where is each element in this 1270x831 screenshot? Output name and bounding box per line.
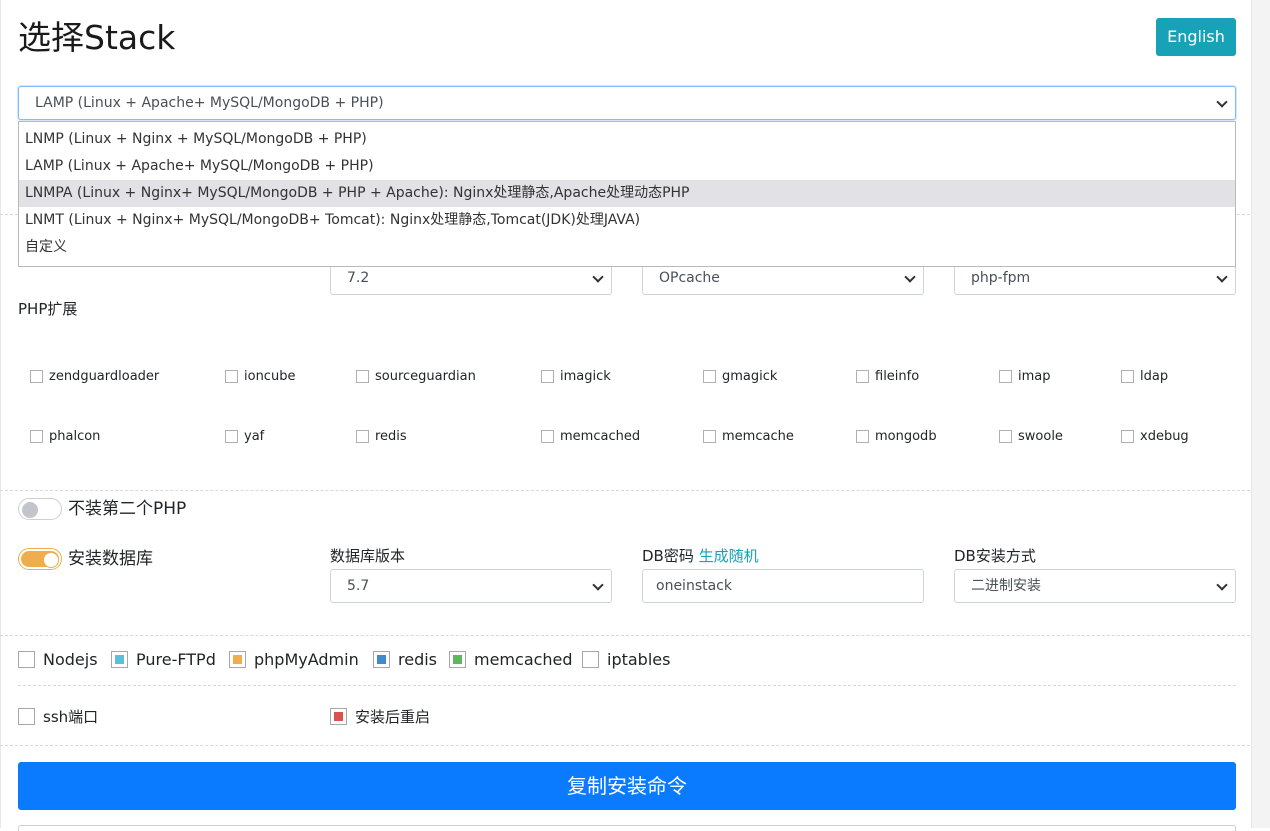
ext-checkbox-memcache[interactable]: memcache xyxy=(703,429,794,444)
checkbox-nodejs[interactable]: Nodejs xyxy=(18,650,98,669)
db-version-select[interactable]: 5.7 xyxy=(330,569,612,603)
divider xyxy=(0,490,1250,491)
ext-checkbox-mongodb[interactable]: mongodb xyxy=(856,429,937,444)
chevron-down-icon xyxy=(1216,271,1228,283)
db-install-method-select[interactable]: 二进制安装 xyxy=(954,569,1236,603)
chevron-down-icon xyxy=(1216,579,1228,591)
checkbox-phpmyadmin[interactable]: phpMyAdmin xyxy=(229,650,359,669)
ext-checkbox-fileinfo[interactable]: fileinfo xyxy=(856,369,919,384)
ext-checkbox-imap[interactable]: imap xyxy=(999,369,1051,384)
install-db-label: 安装数据库 xyxy=(68,549,153,569)
page-title: 选择Stack xyxy=(18,18,176,57)
ext-checkbox-sourceguardian[interactable]: sourceguardian xyxy=(356,369,476,384)
chevron-down-icon xyxy=(1216,96,1228,108)
stack-select[interactable]: LAMP (Linux + Apache+ MySQL/MongoDB + PH… xyxy=(18,86,1236,120)
ext-checkbox-yaf[interactable]: yaf xyxy=(225,429,264,444)
ext-checkbox-xdebug[interactable]: xdebug xyxy=(1121,429,1189,444)
checkbox-pure-ftpd[interactable]: Pure-FTPd xyxy=(111,650,216,669)
chevron-down-icon xyxy=(904,271,916,283)
toggle-knob xyxy=(43,552,59,568)
stack-option-lnmt[interactable]: LNMT (Linux + Nginx+ MySQL/MongoDB+ Tomc… xyxy=(19,207,1235,234)
second-php-label: 不装第二个PHP xyxy=(68,499,187,519)
install-db-toggle[interactable] xyxy=(18,548,62,570)
copy-install-command-button[interactable]: 复制安装命令 xyxy=(18,762,1236,810)
ext-checkbox-imagick[interactable]: imagick xyxy=(541,369,611,384)
db-version-label: 数据库版本 xyxy=(330,547,406,565)
ext-checkbox-zendguardloader[interactable]: zendguardloader xyxy=(30,369,159,384)
ext-checkbox-redis[interactable]: redis xyxy=(356,429,407,444)
scrollbar-gutter[interactable] xyxy=(1252,0,1270,828)
db-version-value: 5.7 xyxy=(347,578,370,594)
stack-option-lamp[interactable]: LAMP (Linux + Apache+ MySQL/MongoDB + PH… xyxy=(19,153,1235,180)
second-php-toggle[interactable] xyxy=(18,498,62,520)
checkbox-reboot[interactable]: 安装后重启 xyxy=(330,706,430,727)
db-install-method-value: 二进制安装 xyxy=(971,578,1041,594)
db-install-method-label: DB安装方式 xyxy=(954,547,1036,565)
command-output-box xyxy=(18,825,1236,831)
db-password-label: DB密码 xyxy=(642,547,694,565)
english-button[interactable]: English xyxy=(1156,18,1236,56)
ext-checkbox-ldap[interactable]: ldap xyxy=(1121,369,1168,384)
ext-checkbox-ioncube[interactable]: ioncube xyxy=(225,369,295,384)
checkbox-ssh-port[interactable]: ssh端口 xyxy=(18,706,98,727)
php-extensions-label: PHP扩展 xyxy=(18,300,78,318)
divider xyxy=(0,745,1250,746)
stack-dropdown-list: LNMP (Linux + Nginx + MySQL/MongoDB + PH… xyxy=(18,121,1236,267)
stack-option-lnmp[interactable]: LNMP (Linux + Nginx + MySQL/MongoDB + PH… xyxy=(19,126,1235,153)
chevron-down-icon xyxy=(592,271,604,283)
ext-checkbox-gmagick[interactable]: gmagick xyxy=(703,369,777,384)
toggle-knob xyxy=(22,502,38,518)
generate-random-link[interactable]: 生成随机 xyxy=(699,547,759,565)
ext-checkbox-swoole[interactable]: swoole xyxy=(999,429,1063,444)
checkbox-redis[interactable]: redis xyxy=(373,650,437,669)
chevron-down-icon xyxy=(592,579,604,591)
db-password-input[interactable]: oneinstack xyxy=(642,569,924,603)
ext-checkbox-phalcon[interactable]: phalcon xyxy=(30,429,100,444)
divider xyxy=(0,635,1250,636)
db-password-label-row: DB密码 生成随机 xyxy=(642,546,759,566)
ext-checkbox-memcached[interactable]: memcached xyxy=(541,429,640,444)
divider xyxy=(18,685,1236,686)
checkbox-iptables[interactable]: iptables xyxy=(582,650,670,669)
checkbox-memcached[interactable]: memcached xyxy=(449,650,573,669)
stack-option-custom[interactable]: 自定义 xyxy=(19,234,1235,261)
stack-option-lnmpa[interactable]: LNMPA (Linux + Nginx+ MySQL/MongoDB + PH… xyxy=(19,180,1235,207)
stack-select-value: LAMP (Linux + Apache+ MySQL/MongoDB + PH… xyxy=(35,95,384,111)
